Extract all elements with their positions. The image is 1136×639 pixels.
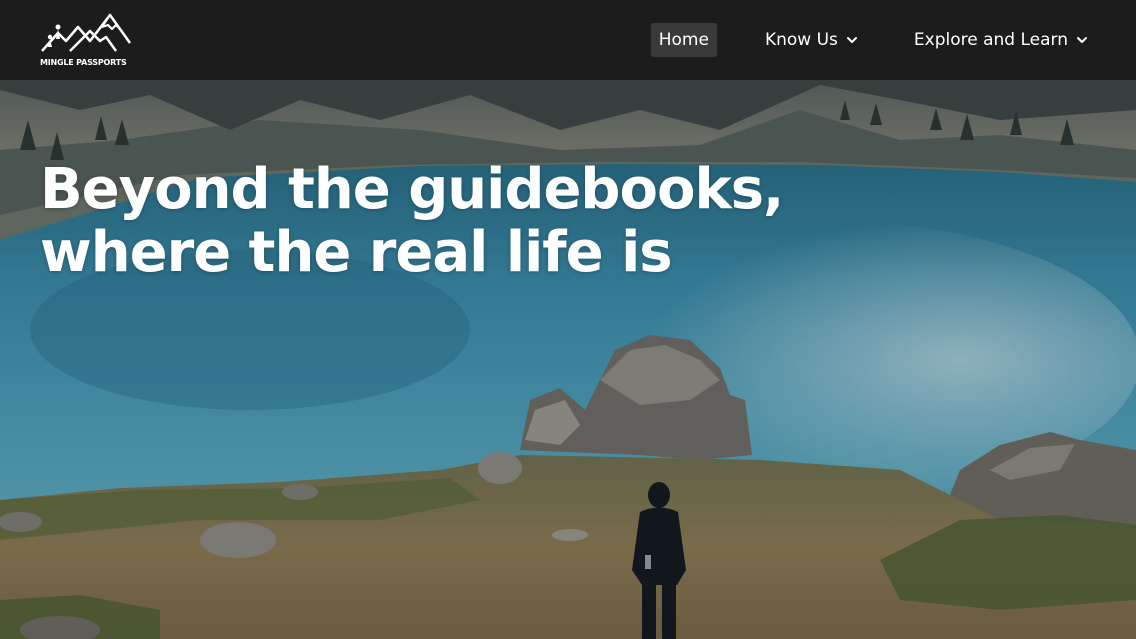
mountain-icon: [41, 13, 132, 52]
nav-home-label: Home: [658, 30, 709, 50]
nav-know-us-label: Know Us: [764, 30, 838, 50]
hero-headline-line2: where the real life is: [40, 220, 673, 285]
hero-headline-line1: Beyond the guidebooks,: [40, 157, 784, 222]
main-nav: Home Know Us Explore and Learn: [650, 23, 1096, 57]
chevron-down-icon: [1077, 37, 1087, 43]
brand-name: MINGLE PASSPORTS: [40, 58, 127, 67]
chevron-down-icon: [846, 37, 857, 43]
brand-logo[interactable]: MINGLE PASSPORTS: [40, 7, 132, 73]
nav-explore-label: Explore and Learn: [913, 30, 1068, 50]
nav-explore-and-learn[interactable]: Explore and Learn: [906, 23, 1096, 57]
nav-know-us[interactable]: Know Us: [757, 23, 866, 57]
hero-background: [0, 0, 1136, 639]
top-navbar: MINGLE PASSPORTS Home Know Us Explore an…: [0, 0, 1136, 80]
hero-headline: Beyond the guidebooks, where the real li…: [40, 157, 784, 285]
nav-home[interactable]: Home: [650, 23, 717, 57]
hero-landscape-image: [0, 0, 1136, 639]
